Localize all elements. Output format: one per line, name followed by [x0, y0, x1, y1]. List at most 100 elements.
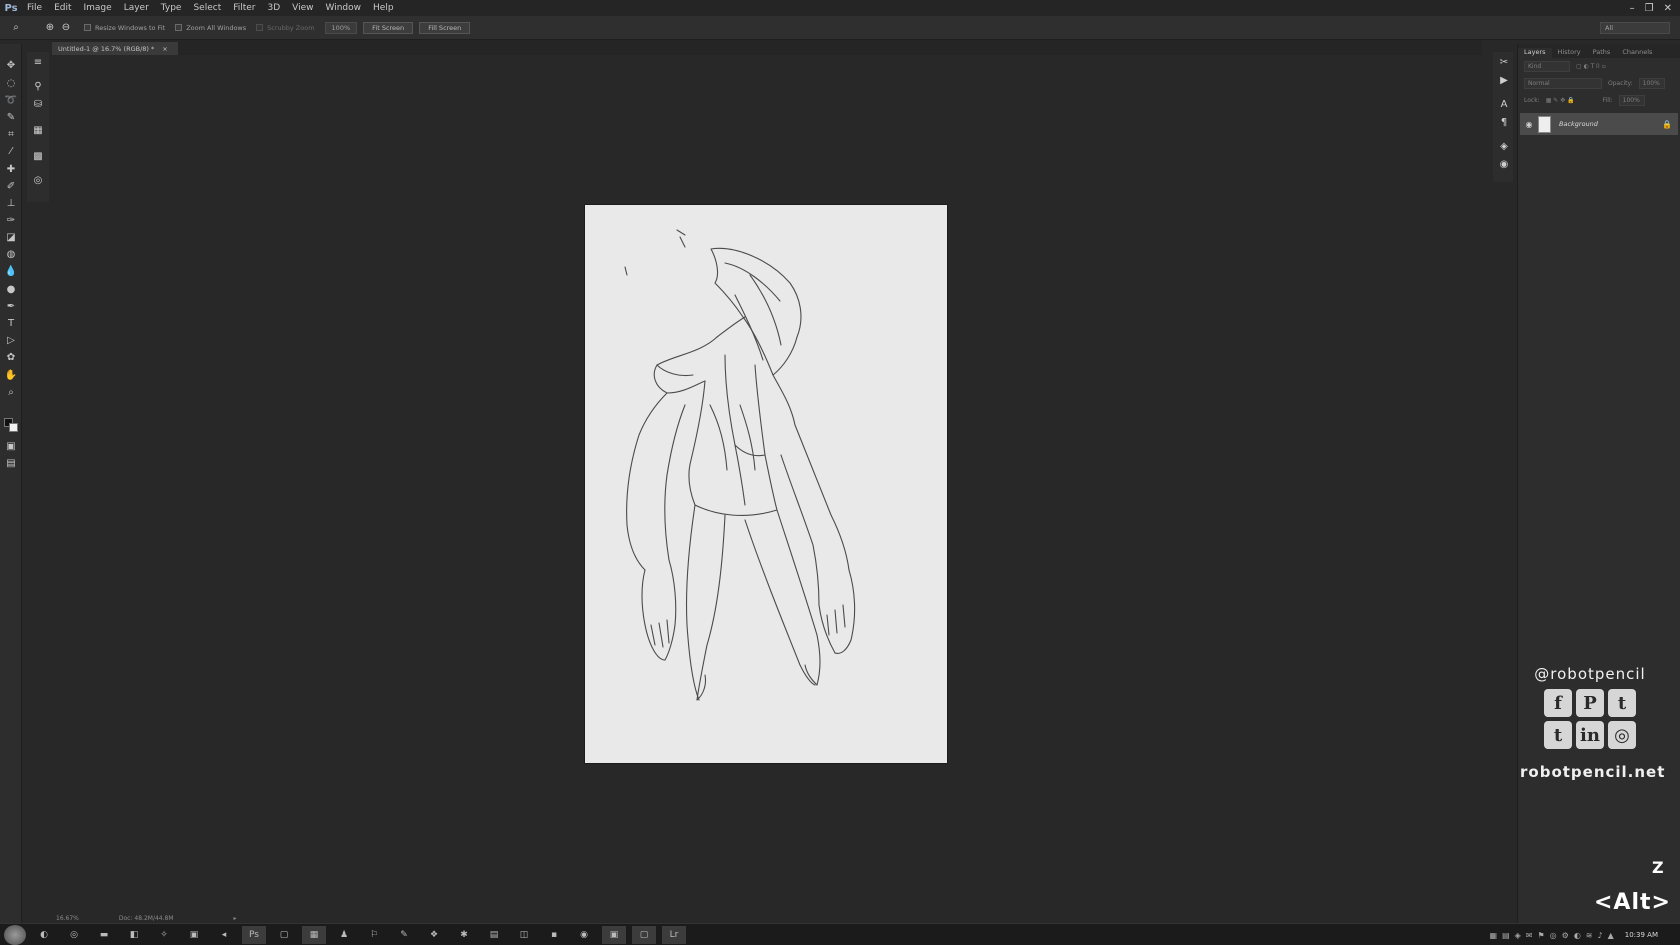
minimize-icon[interactable]: – [1630, 3, 1635, 14]
tray-icon[interactable]: ⚑ [1537, 931, 1544, 940]
document-tab[interactable]: Untitled-1 @ 16.7% (RGB/8) * × [52, 42, 178, 55]
tab-layers[interactable]: Layers [1518, 48, 1552, 58]
clock[interactable]: 10:39 AM [1625, 931, 1658, 939]
taskbar-app-icon[interactable]: ▣ [602, 925, 626, 944]
brush-tool-icon[interactable]: ✐ [3, 179, 19, 194]
clone-stamp-tool-icon[interactable]: ⊥ [3, 196, 19, 211]
folder-icon[interactable]: ▬ [92, 926, 116, 944]
taskbar-app-icon[interactable]: ✧ [152, 926, 176, 944]
character-icon[interactable]: A [1496, 96, 1512, 112]
tab-channels[interactable]: Channels [1616, 48, 1658, 58]
tray-icon[interactable]: ▦ [1490, 931, 1498, 940]
path-select-tool-icon[interactable]: ▷ [3, 333, 19, 348]
zoom-100-button[interactable]: 100% [324, 21, 358, 34]
taskbar-app-icon[interactable]: ✱ [452, 926, 476, 944]
zoom-all-checkbox[interactable]: Zoom All Windows [175, 24, 246, 32]
blur-tool-icon[interactable]: 💧 [3, 264, 19, 279]
fit-screen-button[interactable]: Fit Screen [363, 21, 414, 34]
move-tool-icon[interactable]: ✥ [3, 58, 19, 73]
taskbar-app-icon[interactable]: ♟ [332, 926, 356, 944]
menu-view[interactable]: View [292, 3, 313, 13]
lock-icons[interactable]: ▦ ✎ ✥ 🔒 [1546, 97, 1575, 104]
menu-image[interactable]: Image [84, 3, 112, 13]
resize-windows-checkbox[interactable]: Resize Windows to Fit [84, 24, 165, 32]
start-button[interactable] [4, 924, 26, 945]
menu-file[interactable]: File [27, 3, 42, 13]
screen-mode-icon[interactable]: ▤ [3, 456, 19, 471]
tray-icon[interactable]: ✉ [1526, 931, 1533, 940]
menu-edit[interactable]: Edit [54, 3, 71, 13]
styles-icon[interactable]: ◉ [1496, 156, 1512, 172]
tab-paths[interactable]: Paths [1587, 48, 1617, 58]
close-tab-icon[interactable]: × [162, 45, 167, 53]
crop-tool-icon[interactable]: ⌗ [3, 127, 19, 142]
adjustments-icon[interactable]: ◈ [1496, 138, 1512, 154]
tray-icon[interactable]: ▤ [1502, 931, 1510, 940]
menu-layer[interactable]: Layer [124, 3, 149, 13]
eraser-tool-icon[interactable]: ◪ [3, 230, 19, 245]
type-tool-icon[interactable]: T [3, 316, 19, 331]
taskbar-app-icon[interactable]: ◫ [512, 926, 536, 944]
play-actions-icon[interactable]: ▶ [1496, 72, 1512, 88]
tray-icon[interactable]: ▲ [1608, 931, 1614, 940]
menu-3d[interactable]: 3D [268, 3, 281, 13]
taskbar-app-icon[interactable]: ▣ [182, 926, 206, 944]
dodge-tool-icon[interactable]: ● [3, 282, 19, 297]
workspace-select[interactable]: All [1600, 22, 1670, 34]
brush-settings-icon[interactable]: ⚲ [30, 78, 46, 94]
hand-tool-icon[interactable]: ✋ [3, 368, 19, 383]
opacity-field[interactable]: 100% [1638, 78, 1665, 89]
taskbar-app-icon[interactable]: ◂ [212, 926, 236, 944]
fill-screen-button[interactable]: Fill Screen [419, 21, 471, 34]
restore-icon[interactable]: ❐ [1645, 3, 1654, 14]
status-arrow-icon[interactable]: ▸ [234, 915, 237, 922]
taskbar-app-icon[interactable]: ⚐ [362, 926, 386, 944]
color-swatches[interactable] [4, 418, 18, 432]
healing-brush-tool-icon[interactable]: ✚ [3, 162, 19, 177]
menu-type[interactable]: Type [161, 3, 182, 13]
tray-icon[interactable]: ◎ [1550, 931, 1557, 940]
layer-row-background[interactable]: ◉ Background 🔒 [1520, 113, 1678, 135]
taskbar-app-icon[interactable]: ▤ [482, 926, 506, 944]
background-color-swatch[interactable] [9, 423, 18, 432]
brush-presets-icon[interactable]: ≡ [30, 54, 46, 70]
tools-preset-icon[interactable]: ✂ [1496, 54, 1512, 70]
taskbar-app-icon[interactable]: ▢ [272, 926, 296, 944]
clone-source-icon[interactable]: ⛁ [30, 96, 46, 112]
quick-select-tool-icon[interactable]: ✎ [3, 110, 19, 125]
taskbar-app-icon[interactable]: ▦ [302, 925, 326, 944]
photoshop-taskbar-icon[interactable]: Ps [242, 925, 266, 944]
wifi-icon[interactable]: ≋ [1586, 931, 1593, 940]
taskbar-app-icon[interactable]: ◎ [62, 926, 86, 944]
shape-tool-icon[interactable]: ✿ [3, 350, 19, 365]
taskbar-app-icon[interactable]: ◐ [32, 926, 56, 944]
blend-mode-select[interactable]: Normal [1524, 78, 1602, 89]
filter-icons[interactable]: ▢ ◐ T ⌷ ▫ [1576, 63, 1606, 71]
tray-icon[interactable]: ◈ [1515, 931, 1521, 940]
actions-icon[interactable]: ◎ [30, 172, 46, 188]
swatches-icon[interactable]: ▩ [30, 148, 46, 164]
properties-icon[interactable]: ▦ [30, 122, 46, 138]
menu-help[interactable]: Help [373, 3, 394, 13]
zoom-out-icon[interactable]: ⊖ [58, 20, 74, 36]
quick-mask-icon[interactable]: ▣ [3, 439, 19, 454]
eyedropper-tool-icon[interactable]: ⁄ [3, 144, 19, 159]
kind-filter-select[interactable]: Kind [1524, 61, 1570, 72]
paragraph-icon[interactable]: ¶ [1496, 114, 1512, 130]
close-icon[interactable]: ✕ [1664, 3, 1672, 14]
pen-tool-icon[interactable]: ✒ [3, 299, 19, 314]
taskbar-app-icon[interactable]: ✎ [392, 926, 416, 944]
layer-name[interactable]: Background [1559, 120, 1662, 128]
canvas[interactable] [585, 205, 947, 763]
eye-icon[interactable]: ◉ [1520, 120, 1538, 129]
tab-history[interactable]: History [1552, 48, 1587, 58]
tray-icon[interactable]: ◐ [1574, 931, 1581, 940]
volume-icon[interactable]: ♪ [1598, 931, 1603, 940]
marquee-tool-icon[interactable]: ◌ [3, 76, 19, 91]
paint-bucket-tool-icon[interactable]: ◍ [3, 247, 19, 262]
taskbar-app-icon[interactable]: ◉ [572, 926, 596, 944]
menu-select[interactable]: Select [193, 3, 221, 13]
scrubby-zoom-checkbox[interactable]: Scrubby Zoom [256, 24, 315, 32]
history-brush-tool-icon[interactable]: ✑ [3, 213, 19, 228]
taskbar-app-icon[interactable]: ▪ [542, 926, 566, 944]
